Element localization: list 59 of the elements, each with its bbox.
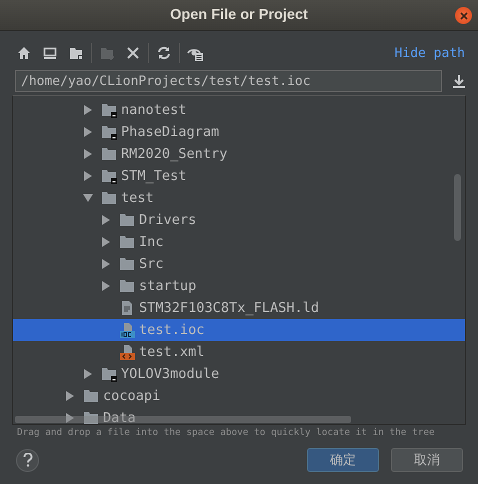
vertical-scrollbar[interactable] [454, 174, 461, 241]
tree-item[interactable]: test.xml [13, 341, 465, 363]
path-field[interactable]: /home/yao/CLionProjects/test/test.ioc [15, 70, 442, 92]
expand-arrow-icon[interactable] [83, 105, 93, 115]
module-folder-icon [101, 366, 117, 382]
tree-item[interactable]: nanotest [13, 99, 465, 121]
folder-icon [119, 278, 135, 294]
expand-arrow-icon[interactable] [65, 391, 75, 401]
tree-item[interactable]: STM32F103C8Tx_FLASH.ld [13, 297, 465, 319]
hint-text: Drag and drop a file into the space above to quickly locate it in the tree [17, 427, 436, 439]
expand-arrow-icon[interactable] [83, 171, 93, 181]
collapse-arrow-icon[interactable] [83, 193, 93, 203]
module-folder-icon [101, 102, 117, 118]
tree-item[interactable]: YOLOV3module [13, 363, 465, 385]
tree-item[interactable]: STM_Test [13, 165, 465, 187]
folder-icon [83, 410, 99, 424]
folder-icon [101, 190, 117, 206]
expand-arrow-icon[interactable] [83, 149, 93, 159]
tree-item[interactable]: test.ioc [13, 319, 465, 341]
new-folder-icon [99, 45, 115, 61]
tree-item[interactable]: Inc [13, 231, 465, 253]
help-button[interactable] [16, 448, 39, 472]
expand-arrow-icon[interactable] [83, 127, 93, 137]
module-folder-icon [101, 168, 117, 184]
expand-arrow-icon[interactable] [101, 281, 111, 291]
download-icon [452, 74, 466, 88]
close-icon [125, 45, 141, 61]
close-button[interactable] [455, 7, 472, 24]
ioc-file-icon [119, 322, 135, 338]
expand-arrow-icon[interactable] [83, 369, 93, 379]
refresh-icon [156, 45, 172, 61]
expand-arrow-icon[interactable] [65, 413, 75, 423]
tree-item[interactable]: Src [13, 253, 465, 275]
folder-icon [83, 388, 99, 404]
hide-path-link[interactable]: Hide path [394, 46, 465, 60]
tree-item[interactable]: RM2020_Sentry [13, 143, 465, 165]
ok-button[interactable]: 确定 [307, 448, 379, 472]
tree-item[interactable]: Drivers [13, 209, 465, 231]
expand-arrow-icon[interactable] [101, 237, 111, 247]
question-icon [22, 453, 32, 467]
text-file-icon [119, 300, 135, 316]
folder-icon [119, 256, 135, 272]
expand-arrow-icon[interactable] [101, 215, 111, 225]
folder-icon [101, 146, 117, 162]
tree-item[interactable]: cocoapi [13, 385, 465, 407]
monitor-icon [42, 45, 58, 61]
close-icon [460, 12, 468, 20]
folder-icon [119, 212, 135, 228]
folder-icon [68, 45, 84, 61]
tree-item[interactable]: startup [13, 275, 465, 297]
cancel-button[interactable]: 取消 [391, 448, 463, 472]
module-folder-icon [101, 124, 117, 140]
folder-icon [119, 234, 135, 250]
tree-item[interactable]: PhaseDiagram [13, 121, 465, 143]
window-title: Open File or Project [170, 7, 308, 23]
expand-arrow-icon[interactable] [101, 259, 111, 269]
home-icon [16, 45, 32, 61]
xml-file-icon [119, 344, 135, 360]
tree-item[interactable]: test [13, 187, 465, 209]
